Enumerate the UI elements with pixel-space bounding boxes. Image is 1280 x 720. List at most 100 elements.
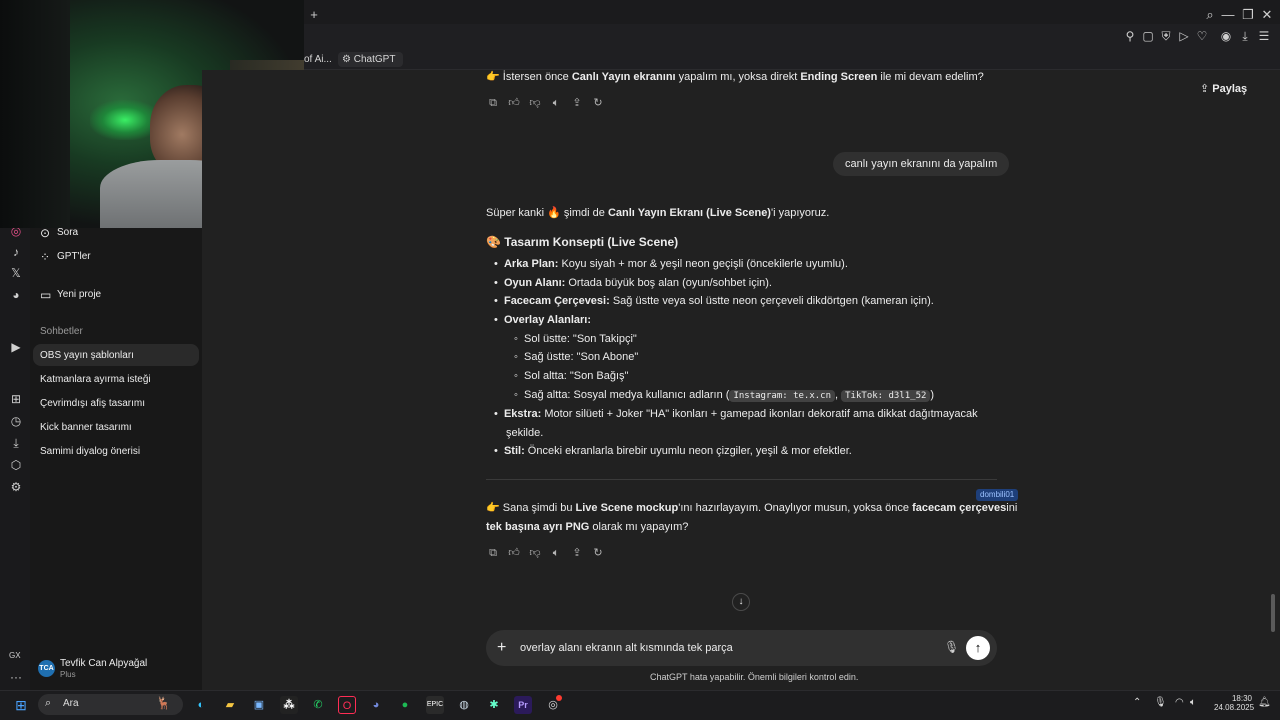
plus-icon[interactable]: + [497,639,506,657]
restore-icon[interactable]: ❐ [1240,7,1256,23]
copy-icon[interactable]: ⧉ [486,96,500,110]
previous-assistant-line: 👉 İstersen önce Canlı Yayın ekranını yap… [486,71,984,83]
play-icon[interactable]: ▷ [1176,28,1192,44]
thumbs-down-icon[interactable]: 👎︎ [528,546,542,560]
player-icon[interactable]: ▶ [7,338,25,356]
store-icon[interactable]: ▣ [250,696,268,714]
chat-item[interactable]: OBS yayın şablonları [40,350,134,361]
opera-gx-icon[interactable]: O [338,696,356,714]
scrollbar-thumb[interactable] [1271,594,1275,632]
menu-icon[interactable]: ☰ [1256,28,1272,44]
share-button[interactable]: ⇪ Paylaş [1200,82,1247,95]
download-icon[interactable]: ⤓ [1237,28,1253,44]
thumbs-up-icon[interactable]: 👍︎ [507,96,521,110]
more-icon[interactable]: ··· [10,670,22,684]
downloads-icon[interactable]: ⤓ [7,434,25,452]
edge-icon[interactable]: ◐ [192,696,210,714]
premiere-pro-icon[interactable]: Pr [514,696,532,714]
clock-time: 18:30 [1231,694,1252,703]
history-icon[interactable]: ◷ [7,412,25,430]
steam-icon[interactable]: ◍ [455,696,473,714]
webcam-shadow [0,0,70,228]
sub-bullet-item: ◦ Sol altta: "Son Bağış" [514,370,629,382]
user-message: canlı yayın ekranını da yapalım [833,152,1010,176]
taskbar-search[interactable]: ⌕ Ara 🦌 [38,694,183,715]
workspaces-icon[interactable]: ⊞ [7,390,25,408]
sub-bullet-item: ◦ Sağ üstte: "Son Abone" [514,351,639,363]
settings-icon[interactable]: ⚙ [7,478,25,496]
bullet-item: • Ekstra: Motor silüeti + Joker "HA" iko… [494,408,978,420]
gx-label[interactable]: GX [9,651,21,660]
chat-item[interactable]: Katmanlara ayırma isteği [40,374,151,385]
spotify-icon[interactable]: ● [396,696,414,714]
closing-line-1: 👉 Sana şimdi bu Live Scene mockup'ını ha… [486,502,1018,514]
play-circle-icon: ⊙ [40,226,51,240]
avatar[interactable]: TCA [38,660,55,677]
notifications-icon[interactable]: 🔔︎ [1258,697,1271,708]
profile-icon[interactable]: ◉ [1218,28,1234,44]
share-message-icon[interactable]: ⇪ [570,96,584,110]
thumbs-up-icon[interactable]: 👍︎ [507,546,521,560]
new-tab-icon[interactable]: + [306,7,322,23]
close-icon[interactable]: ✕ [1259,7,1275,23]
read-aloud-icon[interactable]: 🔈︎ [549,96,563,110]
chats-section-title: Sohbetler [40,326,83,337]
message-input[interactable]: overlay alanı ekranın alt kısmında tek p… [520,642,733,654]
disclaimer-text: ChatGPT hata yapabilir. Önemli bilgileri… [650,672,859,682]
extensions-icon[interactable]: ⬡ [7,456,25,474]
bullet-continuation: şekilde. [506,427,544,439]
chat-item[interactable]: Samimi diyalog önerisi [40,446,140,457]
chat-item[interactable]: Kick banner tasarımı [40,422,132,433]
whatsapp-icon[interactable]: ✆ [309,696,327,714]
regenerate-icon[interactable]: ↻ [591,546,605,560]
search-label: Ara [63,698,79,709]
snapshot-icon[interactable]: ▢ [1140,28,1156,44]
clock[interactable]: 18:30 24.08.2025 [1214,694,1254,712]
tiktok-code: TikTok: d3l1_52 [841,390,931,402]
pin-icon[interactable]: ⚲ [1122,28,1138,44]
sidebar-item-new-project[interactable]: Yeni proje [57,289,101,300]
bullet-item: • Arka Plan: Koyu siyah + mor & yeşil ne… [494,258,848,270]
x-icon[interactable]: 𝕏 [7,264,25,282]
sidebar-item-gpts[interactable]: GPT'ler [57,251,91,262]
chat-item[interactable]: Çevrimdışı afiş tasarımı [40,398,145,409]
wifi-icon[interactable]: ◠ [1175,697,1184,708]
read-aloud-icon[interactable]: 🔈︎ [549,546,563,560]
tray-chevron-icon[interactable]: ⌃ [1133,697,1141,708]
assistant-intro: Süper kanki 🔥 şimdi de Canlı Yayın Ekran… [486,207,830,219]
bullet-item: • Facecam Çerçevesi: Sağ üstte veya sol … [494,295,934,307]
bookmark-label: ChatGPT [353,54,396,65]
volume-icon[interactable]: 🔈︎ [1190,697,1196,708]
windows-start-icon[interactable]: ⊞ [12,696,30,714]
search-icon[interactable]: ⌕ [1202,7,1218,23]
discord-icon[interactable]: ◕ [367,696,385,714]
microphone-icon[interactable]: 🎙︎ [944,640,959,654]
closing-line-2: tek başına ayrı PNG olarak mı yapayım? [486,521,689,533]
message-actions: ⧉ 👍︎ 👎︎ 🔈︎ ⇪ ↻ [486,96,616,110]
user-name[interactable]: Tevfik Can Alpyağal [60,658,147,669]
epic-games-icon[interactable]: EPIC [426,696,444,714]
regenerate-icon[interactable]: ↻ [591,96,605,110]
minimize-icon[interactable]: — [1220,7,1236,23]
bookmark-item[interactable]: of Ai... [304,52,332,67]
file-explorer-icon[interactable]: ▰ [221,696,239,714]
bookmark-chatgpt[interactable]: ⚙ ChatGPT [338,52,404,67]
shield-icon[interactable]: ⛨ [1158,28,1174,44]
sidebar-item-sora[interactable]: Sora [57,227,78,238]
app-icon[interactable]: ✱ [485,696,503,714]
share-message-icon[interactable]: ⇪ [570,546,584,560]
heart-icon[interactable]: ♡ [1194,28,1210,44]
tiktok-icon[interactable]: ♪ [7,243,25,261]
pointing-hand-icon: 👉 [486,71,500,83]
bullet-item: • Stil: Önceki ekranlarla birebir uyumlu… [494,445,852,457]
share-label: Paylaş [1212,83,1248,95]
scroll-down-button[interactable]: ↓ [732,593,750,611]
tidal-icon[interactable]: ⁂ [280,696,298,714]
thumbs-down-icon[interactable]: 👎︎ [528,96,542,110]
tray-mic-icon[interactable]: 🎙︎ [1154,697,1167,708]
send-button[interactable]: ↑ [966,636,990,660]
instagram-code: Instagram: te.x.cn [729,390,836,402]
search-highlight-icon: 🦌 [156,696,171,710]
copy-icon[interactable]: ⧉ [486,546,500,560]
discord-icon[interactable]: ◕ [7,286,25,304]
